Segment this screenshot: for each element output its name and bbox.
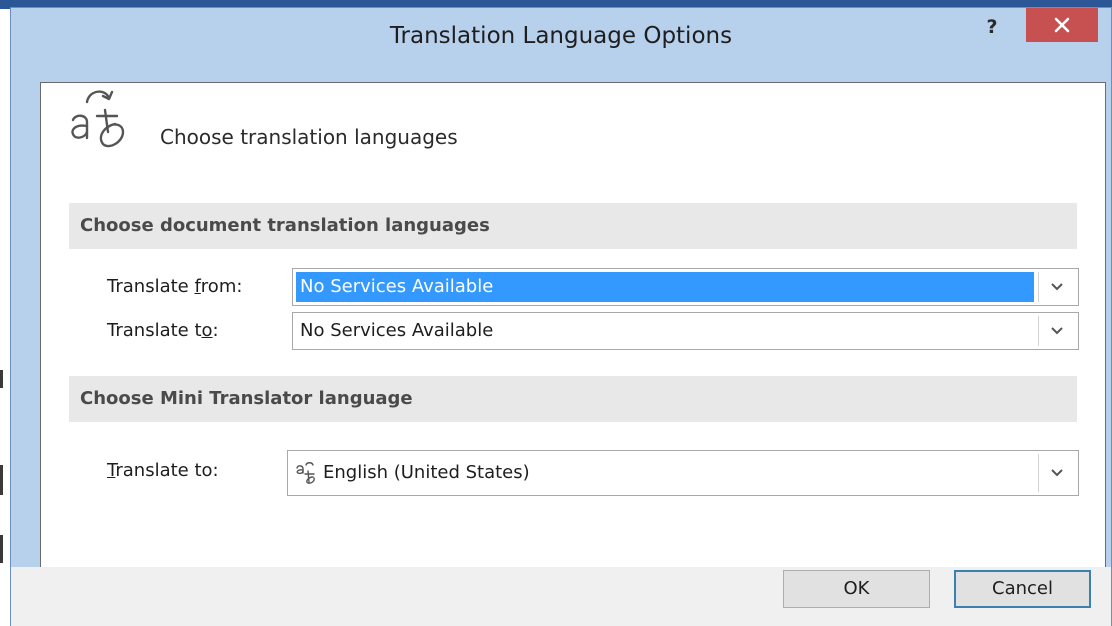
section-header-mini-translator: Choose Mini Translator language: [69, 376, 1077, 422]
section-header-document: Choose document translation languages: [69, 203, 1077, 249]
close-icon: [1054, 17, 1070, 33]
background-edge-mark: [0, 535, 3, 563]
translate-from-select[interactable]: No Services Available: [292, 268, 1079, 306]
screen: Translation Language Options ? Choose tr: [0, 0, 1112, 626]
translate-from-value: No Services Available: [296, 272, 1034, 302]
background-edge-mark: [0, 465, 3, 495]
ok-button[interactable]: OK: [783, 570, 930, 608]
translate-to-value: No Services Available: [300, 320, 494, 341]
mini-translate-to-dropdown-button[interactable]: [1038, 454, 1075, 492]
translate-icon: [296, 462, 315, 484]
chevron-down-icon: [1051, 283, 1063, 291]
translate-to-select[interactable]: No Services Available: [292, 312, 1079, 350]
translate-to-label: Translate to:: [107, 320, 219, 341]
chevron-down-icon: [1051, 469, 1063, 477]
dialog-title: Translation Language Options: [389, 23, 733, 49]
header-text: Choose translation languages: [160, 125, 458, 149]
mini-translate-to-value: English (United States): [291, 454, 1034, 492]
translate-to-dropdown-button[interactable]: [1038, 316, 1075, 346]
help-button[interactable]: ?: [977, 14, 1007, 40]
mini-translate-to-select[interactable]: English (United States): [287, 450, 1079, 496]
translate-from-dropdown-button[interactable]: [1038, 272, 1075, 302]
close-button[interactable]: [1026, 8, 1098, 42]
mini-translate-to-label: Translate to:: [107, 460, 219, 481]
chevron-down-icon: [1051, 327, 1063, 335]
cancel-button[interactable]: Cancel: [954, 570, 1091, 608]
translate-from-label: Translate from:: [107, 276, 243, 297]
title-bar[interactable]: Translation Language Options ?: [11, 8, 1111, 66]
translate-icon: [71, 90, 125, 148]
dialog-footer: [11, 567, 1111, 626]
background-edge-mark: [0, 370, 3, 388]
